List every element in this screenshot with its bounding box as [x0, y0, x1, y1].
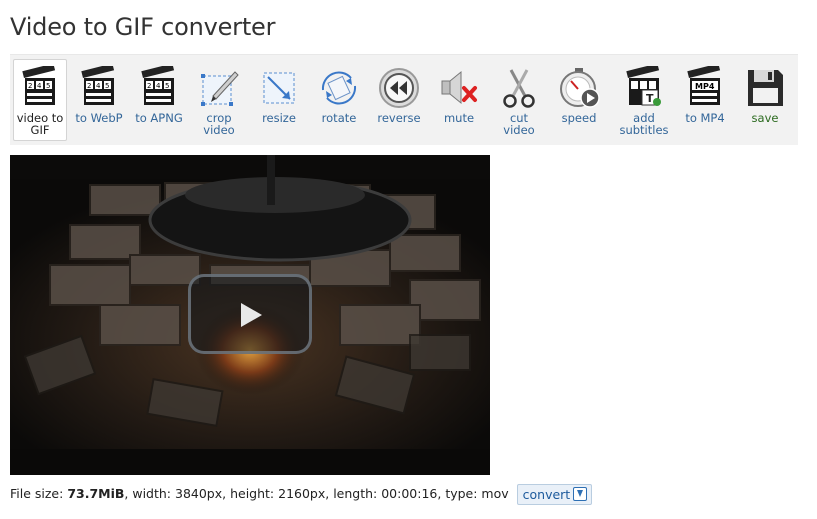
toolbar: 245 video to GIF 245 to WebP 245 to APNG: [10, 54, 798, 145]
download-arrow-icon: [573, 487, 588, 501]
tool-label: to MP4: [685, 111, 725, 125]
svg-text:2: 2: [28, 82, 32, 90]
tool-label: cut video: [503, 111, 535, 137]
play-button[interactable]: [188, 274, 312, 354]
play-icon: [241, 303, 262, 327]
tool-to-webp[interactable]: 245 to WebP: [72, 59, 126, 141]
svg-text:5: 5: [105, 82, 109, 90]
file-size-label: File size:: [10, 486, 68, 501]
tool-save[interactable]: save: [738, 59, 792, 141]
clapperboard-icon: 245: [22, 66, 56, 105]
subtitles-icon: T: [626, 66, 661, 106]
tool-label: save: [751, 111, 779, 125]
convert-label: convert: [522, 487, 571, 502]
tool-label: rotate: [321, 111, 357, 125]
video-player[interactable]: [10, 155, 490, 475]
file-size-value: 73.7MiB: [67, 486, 125, 501]
stopwatch-icon: [560, 68, 600, 108]
convert-button[interactable]: convert: [516, 484, 593, 505]
svg-text:4: 4: [37, 82, 42, 90]
clapperboard-icon: 245: [81, 66, 115, 105]
svg-text:4: 4: [156, 82, 161, 90]
svg-text:2: 2: [87, 82, 91, 90]
tool-crop-video[interactable]: crop video: [192, 59, 246, 141]
tool-label: to WebP: [75, 111, 123, 125]
svg-text:2: 2: [147, 82, 151, 90]
tool-to-mp4[interactable]: MP4 to MP4: [678, 59, 732, 141]
resize-icon: [263, 72, 295, 104]
rewind-icon: [379, 68, 419, 108]
tool-label: video to GIF: [16, 111, 64, 137]
clapperboard-icon: 245: [141, 66, 175, 105]
file-info: File size: 73.7MiB, width: 3840px, heigh…: [10, 484, 593, 505]
tool-rotate[interactable]: rotate: [312, 59, 366, 141]
scissors-icon: [503, 69, 535, 108]
rotate-icon: [321, 71, 357, 105]
svg-text:4: 4: [96, 82, 101, 90]
page-title: Video to GIF converter: [10, 13, 276, 41]
tool-resize[interactable]: resize: [252, 59, 306, 141]
tool-mute[interactable]: mute: [432, 59, 486, 141]
tool-cut-video[interactable]: cut video: [492, 59, 546, 141]
tool-label: crop video: [203, 111, 235, 137]
tool-reverse[interactable]: reverse: [372, 59, 426, 141]
svg-text:MP4: MP4: [695, 82, 715, 91]
tool-label: to APNG: [135, 111, 183, 125]
tool-label: resize: [262, 111, 296, 125]
tool-label: reverse: [377, 111, 421, 125]
speaker-muted-icon: [441, 70, 477, 105]
crop-icon: [201, 71, 239, 106]
tool-speed[interactable]: speed: [552, 59, 606, 141]
tool-label: add subtitles: [619, 111, 669, 137]
clapperboard-mp4-icon: MP4: [687, 66, 721, 105]
tool-add-subtitles[interactable]: T add subtitles: [617, 59, 671, 141]
svg-text:5: 5: [165, 82, 169, 90]
floppy-disk-icon: [748, 70, 783, 106]
tool-label: mute: [443, 111, 475, 125]
file-details: , width: 3840px, height: 2160px, length:…: [124, 486, 509, 501]
tool-video-to-gif[interactable]: 245 video to GIF: [13, 59, 67, 141]
tool-label: speed: [561, 111, 597, 125]
svg-text:5: 5: [46, 82, 50, 90]
svg-text:T: T: [646, 92, 654, 105]
tool-to-apng[interactable]: 245 to APNG: [132, 59, 186, 141]
